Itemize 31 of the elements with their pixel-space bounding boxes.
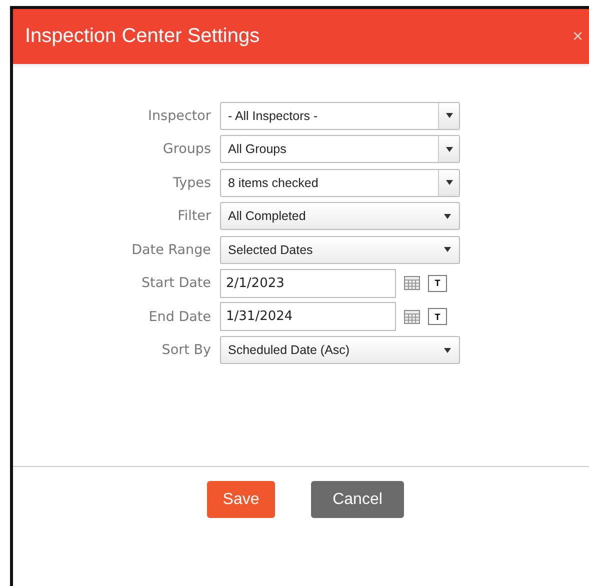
caret-icon — [444, 247, 451, 252]
caret-icon — [446, 146, 452, 152]
field-label: End Date — [148, 308, 212, 325]
today-button[interactable]: T — [428, 274, 447, 292]
field-label: Sort By — [160, 342, 212, 358]
caret-icon — [444, 348, 451, 353]
dropdown-button[interactable] — [438, 136, 459, 162]
date-input-field[interactable]: 1/31/2024 — [220, 302, 396, 332]
field-label: Date Range — [130, 242, 212, 258]
field-label: Start Date — [140, 275, 212, 292]
field-label: Groups — [162, 141, 212, 158]
caret-icon — [446, 113, 452, 118]
dialog-title: Inspection Center Settings — [25, 25, 260, 48]
calendar-icon[interactable] — [404, 276, 420, 290]
dropdown-field[interactable]: All Groups — [220, 135, 460, 164]
dropdown-field[interactable]: 8 items checked — [220, 168, 460, 197]
dropdown-field[interactable]: Scheduled Date (Asc) — [220, 336, 460, 364]
field-label: Types — [172, 174, 212, 191]
today-button[interactable]: T — [428, 308, 447, 326]
dropdown-field[interactable]: All Completed — [220, 202, 460, 230]
date-input-field[interactable]: 2/1/2023 — [220, 268, 396, 298]
calendar-icon[interactable] — [404, 310, 420, 324]
caret-icon — [444, 214, 451, 219]
dropdown-field[interactable]: Selected Dates — [220, 236, 460, 264]
caret-icon — [446, 180, 452, 186]
field-label: Filter — [176, 208, 212, 224]
dropdown-field[interactable]: - All Inspectors - — [220, 102, 460, 130]
field-label: Inspector — [147, 108, 212, 124]
dropdown-button[interactable] — [438, 102, 459, 129]
cancel-button[interactable]: Cancel — [311, 481, 404, 518]
dropdown-button[interactable] — [438, 170, 459, 196]
